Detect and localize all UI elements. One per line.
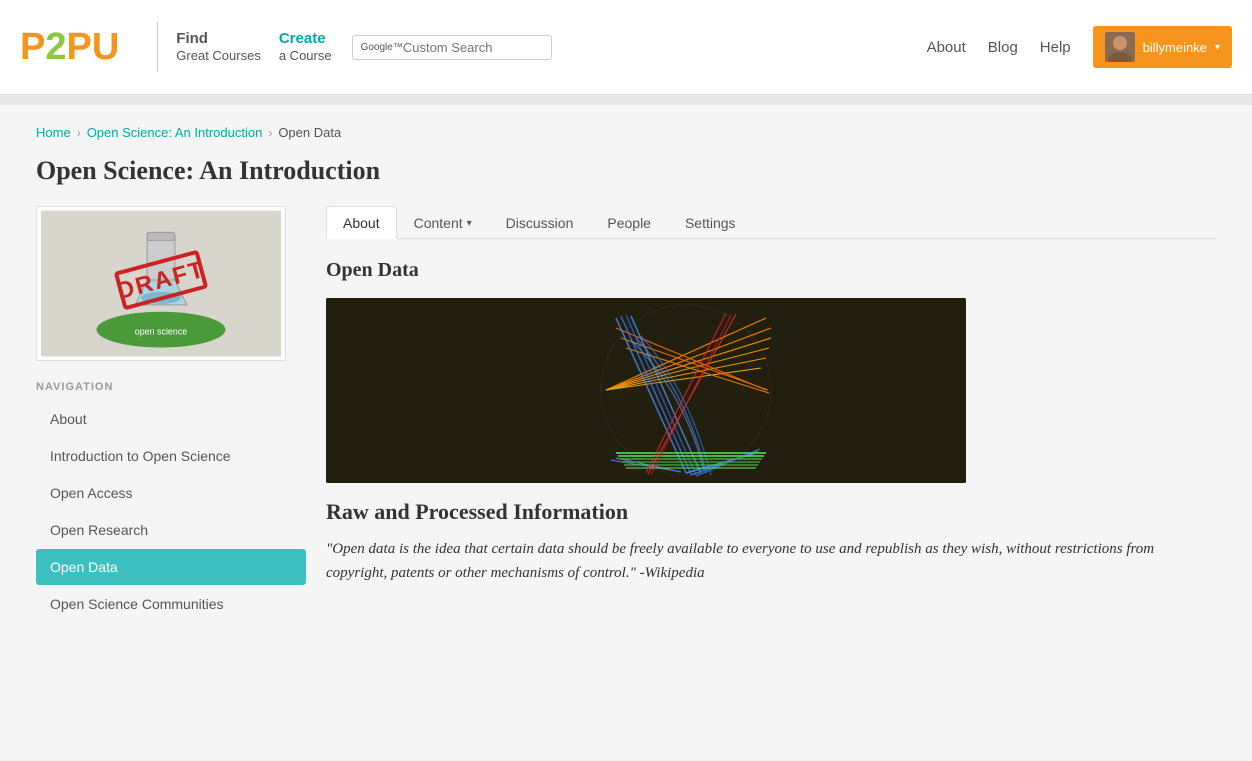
course-img-bg: open science DRAFT	[41, 211, 281, 356]
main-content: Home › Open Science: An Introduction › O…	[16, 105, 1236, 652]
breadcrumb-home[interactable]: Home	[36, 125, 71, 140]
breadcrumb-current: Open Data	[278, 125, 341, 140]
logo[interactable]: P 2 PU	[20, 26, 119, 69]
content-area: open science DRAFT NAVIGATION About Intr…	[36, 206, 1216, 632]
nav-item-open-research[interactable]: Open Research	[36, 512, 306, 548]
course-img-svg: open science DRAFT	[41, 210, 281, 357]
nav-item-open-data[interactable]: Open Data	[36, 549, 306, 585]
dropdown-arrow-icon: ▾	[1215, 42, 1220, 53]
breadcrumb-sep-1: ›	[77, 126, 81, 140]
site-header: P 2 PU Find Great Courses Create a Cours…	[0, 0, 1252, 95]
breadcrumb-sep-2: ›	[268, 126, 272, 140]
subheader-bar	[0, 95, 1252, 105]
create-label: Create	[279, 30, 332, 48]
create-link[interactable]: Create a Course	[279, 30, 332, 64]
find-sublabel: Great Courses	[176, 48, 261, 64]
header-divider	[157, 22, 158, 72]
nav-label: NAVIGATION	[36, 381, 306, 393]
about-nav-link[interactable]: About	[927, 39, 966, 56]
tabs: About Content ▾ Discussion People Settin…	[326, 206, 1216, 239]
search-container[interactable]: Google™	[352, 35, 552, 60]
nav-section: NAVIGATION About Introduction to Open Sc…	[36, 381, 306, 622]
nav-item-open-access[interactable]: Open Access	[36, 475, 306, 511]
avatar	[1105, 32, 1135, 62]
main-panel: About Content ▾ Discussion People Settin…	[326, 206, 1216, 585]
breadcrumb: Home › Open Science: An Introduction › O…	[36, 125, 1216, 140]
user-menu[interactable]: billymeinke ▾	[1093, 26, 1232, 68]
find-link[interactable]: Find Great Courses	[176, 30, 261, 64]
blog-nav-link[interactable]: Blog	[988, 39, 1018, 56]
logo-pu: PU	[67, 26, 120, 69]
logo-2: 2	[45, 26, 66, 69]
sidebar: open science DRAFT NAVIGATION About Intr…	[36, 206, 306, 632]
tab-people[interactable]: People	[590, 206, 668, 239]
page-title: Open Science: An Introduction	[36, 156, 1216, 186]
tab-about[interactable]: About	[326, 206, 397, 239]
viz-svg: Tell me a story: Europe North America Au…	[326, 298, 966, 483]
search-input[interactable]	[403, 40, 543, 55]
tab-discussion[interactable]: Discussion	[489, 206, 591, 239]
nav-item-about[interactable]: About	[36, 401, 306, 437]
nav-item-open-science-communities[interactable]: Open Science Communities	[36, 586, 306, 622]
quote-text: "Open data is the idea that certain data…	[326, 537, 1216, 585]
tab-settings[interactable]: Settings	[668, 206, 753, 239]
google-label: Google™	[361, 42, 403, 53]
svg-text:open science: open science	[135, 327, 188, 337]
tab-content-dropdown-icon: ▾	[467, 218, 472, 229]
breadcrumb-course[interactable]: Open Science: An Introduction	[87, 125, 263, 140]
logo-p: P	[20, 26, 45, 69]
course-image: open science DRAFT	[36, 206, 286, 361]
create-sublabel: a Course	[279, 48, 332, 64]
content-section-header: Open Data	[326, 259, 1216, 282]
tab-content[interactable]: Content ▾	[397, 206, 489, 239]
nav-item-intro[interactable]: Introduction to Open Science	[36, 438, 306, 474]
user-name: billymeinke	[1143, 40, 1207, 55]
tab-content-label: Content	[414, 215, 463, 231]
header-right: About Blog Help billymeinke ▾	[927, 26, 1232, 68]
data-visualization: Tell me a story: Europe North America Au…	[326, 298, 966, 483]
find-label: Find	[176, 30, 261, 48]
help-nav-link[interactable]: Help	[1040, 39, 1071, 56]
section-title: Raw and Processed Information	[326, 499, 1216, 525]
